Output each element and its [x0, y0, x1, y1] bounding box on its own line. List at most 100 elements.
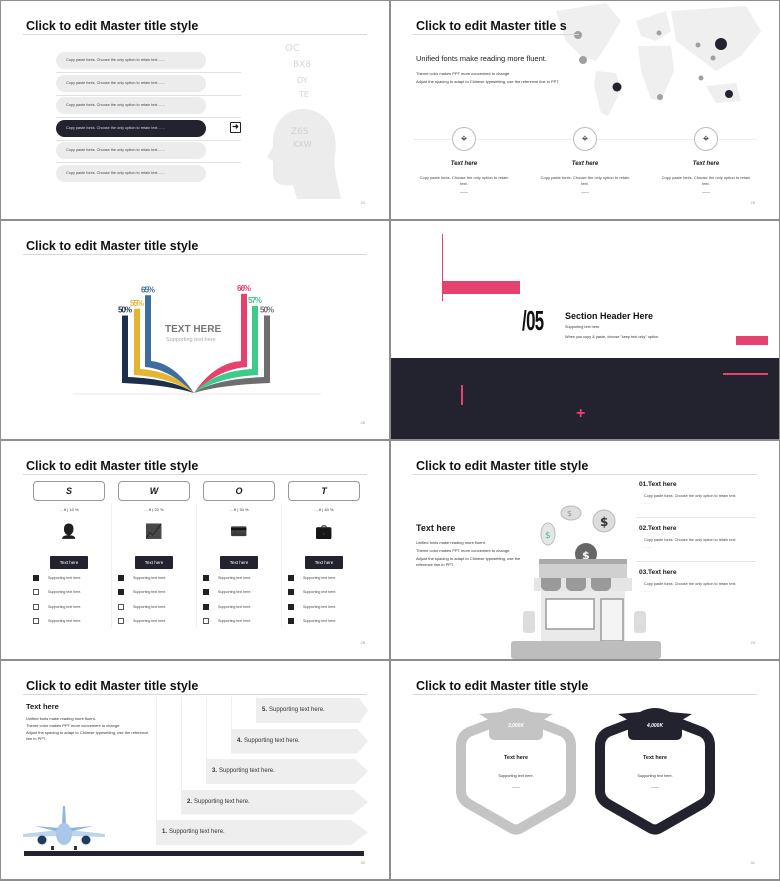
checkbox[interactable]	[203, 603, 209, 610]
checkbox[interactable]	[118, 603, 124, 610]
accent-block	[736, 336, 768, 345]
slide-25[interactable]: Click to edit Master title s Unified fon…	[391, 1, 779, 219]
step-number: 5.	[262, 707, 268, 713]
card-text: Supporting text here.	[498, 774, 534, 778]
step-guide-line	[231, 697, 232, 729]
step-guide-line	[256, 697, 257, 698]
title-underline	[413, 474, 757, 475]
checkbox-label: Supporting text here.	[133, 590, 167, 595]
businessman-dollar-icon: 👤	[60, 523, 78, 539]
checkbox[interactable]	[203, 575, 209, 581]
checkbox-label: Supporting text here.	[303, 618, 337, 623]
item-title: 03.Text here	[639, 569, 677, 576]
checkbox[interactable]	[33, 589, 39, 596]
left-body-2: Theme color makes PPT more convenient to…	[26, 723, 121, 728]
item-more: ……	[644, 589, 652, 593]
bar-label-right-1: 57%	[248, 296, 262, 305]
list-item[interactable]: Copy paste fonts. Choose the only option…	[56, 142, 206, 159]
item-divider	[56, 162, 241, 163]
location-pin-icon: ⌖	[452, 127, 476, 151]
checkbox[interactable]	[203, 617, 209, 624]
head-letters-illustration: OC BX8 DY TE Z6S KXW	[267, 43, 341, 199]
checkbox-label: Supporting text here.	[48, 576, 82, 580]
slide-24[interactable]: Click to edit Master title style ➜ OC BX…	[1, 1, 389, 219]
checkbox[interactable]	[118, 617, 124, 624]
item-divider	[56, 72, 241, 73]
item-text: Copy paste fonts. Choose the only option…	[644, 494, 737, 498]
card-dash	[651, 787, 659, 788]
item-divider	[56, 139, 241, 141]
list-item[interactable]: Copy paste fonts. Choose the only option…	[56, 164, 206, 182]
card-text: Supporting text here.	[637, 774, 673, 778]
list-item[interactable]: Copy paste fonts. Choose the only option…	[56, 119, 206, 137]
slide-title: Click to edit Master title style	[26, 19, 199, 33]
bar-label-right-0: 66%	[237, 284, 251, 293]
slide-grid: Click to edit Master title style ➜ OC BX…	[0, 0, 780, 881]
left-heading: Text here	[26, 702, 59, 711]
checkbox[interactable]	[33, 603, 39, 610]
title-underline	[23, 694, 367, 695]
swot-header-s: S	[33, 481, 105, 501]
slide-27-section-header[interactable]: /05 Section Header Here Supporting text …	[391, 221, 779, 439]
list-item[interactable]: Copy paste fonts. Choose the only option…	[56, 74, 206, 92]
text-here-button[interactable]: Text here	[305, 556, 343, 569]
card-dash	[512, 787, 520, 788]
slide-29[interactable]: Click to edit Master title style Text he…	[391, 441, 779, 659]
text-here-button[interactable]: Text here	[50, 556, 88, 569]
step-number: 2.	[187, 798, 193, 805]
list-item[interactable]: Copy paste fonts. Choose the only option…	[56, 97, 206, 114]
plus-icon: +	[576, 405, 586, 422]
checkbox[interactable]	[203, 589, 209, 596]
step-text: Supporting text here.	[244, 737, 300, 744]
checkbox[interactable]	[288, 575, 294, 581]
slide-28-swot[interactable]: Click to edit Master title style 28 S...…	[1, 441, 389, 659]
checkbox[interactable]	[288, 589, 294, 596]
column-text: Copy paste fonts. Choose the only option…	[419, 175, 509, 186]
column-text: Copy paste fonts. Choose the only option…	[540, 175, 630, 186]
svg-text:DY: DY	[297, 76, 308, 85]
item-text: Copy paste fonts. Choose the only option…	[644, 582, 737, 586]
item-divider	[636, 561, 756, 562]
slide-title: Click to edit Master title style	[416, 679, 589, 693]
checkbox[interactable]	[118, 575, 124, 581]
growth-chart-icon: 📈	[145, 523, 163, 539]
item-more: ……	[644, 501, 652, 505]
step-1: 1. Supporting text here.	[156, 820, 368, 845]
accent-line-v	[461, 385, 463, 405]
text-here-button[interactable]: Text here	[135, 556, 173, 569]
checkbox[interactable]	[118, 589, 124, 596]
page-number: 31	[750, 860, 755, 865]
checkbox[interactable]	[33, 575, 39, 581]
checkbox-label: Supporting text here.	[218, 604, 252, 609]
title-underline	[413, 694, 757, 695]
map-dot	[574, 31, 582, 39]
section-sub-1: Supporting text here.	[565, 325, 601, 329]
list-item[interactable]: Copy paste fonts. Choose the only option…	[56, 52, 206, 69]
slide-26[interactable]: Click to edit Master title style 50% 55% 6…	[1, 221, 389, 439]
title-underline	[23, 474, 367, 475]
svg-text:KXW: KXW	[293, 140, 312, 149]
step-3: 3. Supporting text here.	[206, 759, 368, 784]
step-5: 5. Supporting text here.	[256, 698, 368, 723]
slide-30-steps[interactable]: Click to edit Master title style Text he…	[1, 661, 389, 879]
step-4: 4. Supporting text here.	[231, 728, 368, 754]
step-number: 3.	[212, 768, 218, 774]
slide-31-cards[interactable]: Click to edit Master title style 31 3,00…	[391, 661, 779, 879]
slide-title: Click to edit Master title style	[26, 679, 199, 693]
body-line-2: Adjust the spacing to adapt to Chinese t…	[416, 79, 560, 84]
column-divider	[196, 503, 197, 628]
checkbox[interactable]	[288, 617, 294, 624]
left-body-3: Adjust the spacing to adapt to Chinese t…	[26, 730, 149, 741]
column-divider	[281, 503, 282, 628]
item-title: 02.Text here	[639, 525, 677, 532]
briefcase-icon: 💼	[315, 523, 333, 539]
left-body-1: Unified fonts make reading more fluent.	[26, 716, 96, 721]
step-text: Supporting text here.	[194, 798, 250, 805]
exit-arrow-icon[interactable]: ➜	[230, 122, 241, 133]
hand-payment-icon: 💳	[230, 523, 248, 539]
checkbox[interactable]	[288, 603, 294, 610]
checkbox[interactable]	[33, 617, 39, 624]
text-here-button[interactable]: Text here	[220, 556, 258, 569]
title-underline	[413, 34, 579, 35]
card-heading: Text here	[642, 755, 668, 761]
